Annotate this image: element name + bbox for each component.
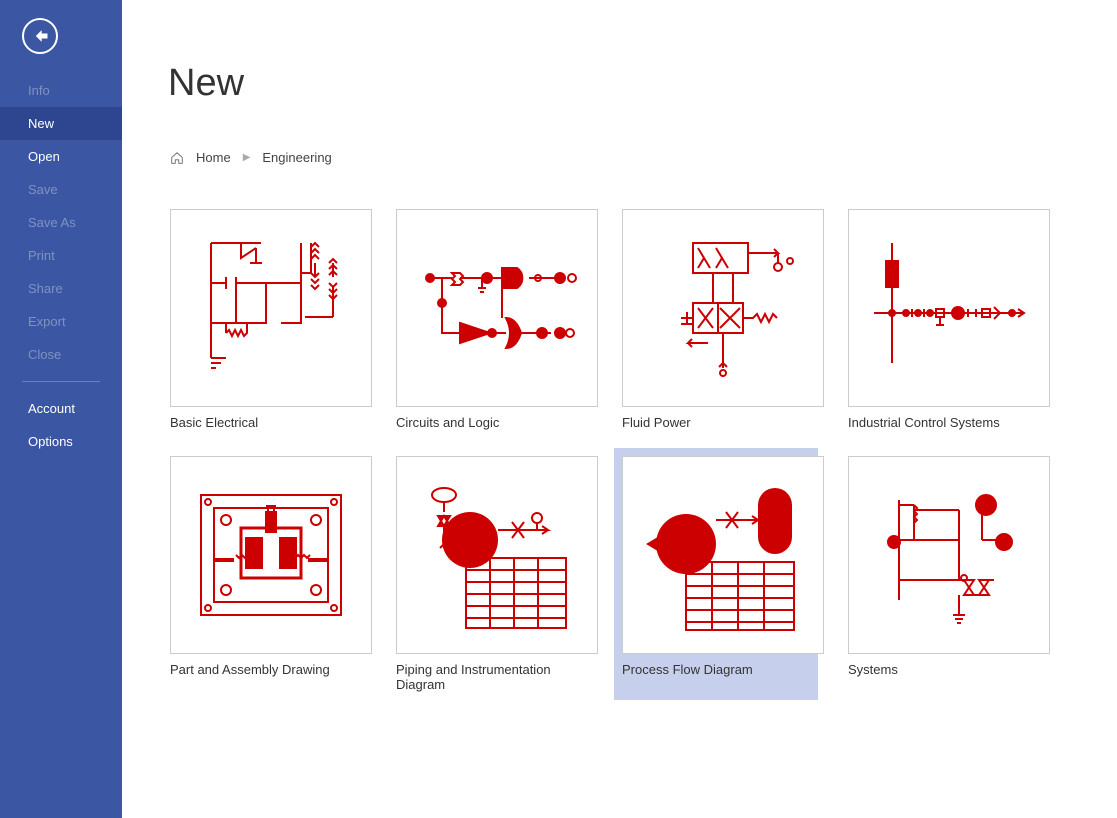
thumbnail	[848, 209, 1050, 407]
thumbnail-icon	[638, 223, 808, 393]
template-label: Systems	[848, 662, 1052, 677]
thumbnail	[848, 456, 1050, 654]
sidebar-item-open[interactable]: Open	[0, 140, 122, 173]
template-label: Industrial Control Systems	[848, 415, 1052, 430]
back-button[interactable]	[22, 18, 58, 54]
thumbnail	[170, 456, 372, 654]
template-circuits-logic[interactable]: Circuits and Logic	[396, 209, 600, 430]
sidebar-item-share: Share	[0, 272, 122, 305]
sidebar-item-close: Close	[0, 338, 122, 371]
breadcrumb-home[interactable]: Home	[196, 150, 231, 165]
template-label: Part and Assembly Drawing	[170, 662, 374, 677]
breadcrumb-current[interactable]: Engineering	[262, 150, 331, 165]
template-grid: Basic Electrical	[170, 209, 1117, 692]
arrow-left-icon	[30, 26, 50, 46]
thumbnail	[396, 209, 598, 407]
template-piping-instrumentation[interactable]: Piping and Instrumentation Diagram	[396, 456, 600, 692]
backstage-sidebar: Info New Open Save Save As Print Share E…	[0, 0, 122, 818]
template-label: Circuits and Logic	[396, 415, 600, 430]
sidebar-item-options[interactable]: Options	[0, 425, 122, 458]
sidebar-item-save: Save	[0, 173, 122, 206]
page-title: New	[168, 62, 1117, 105]
thumbnail-icon	[186, 470, 356, 640]
sidebar-item-account[interactable]: Account	[0, 392, 122, 425]
sidebar-item-print: Print	[0, 239, 122, 272]
template-basic-electrical[interactable]: Basic Electrical	[170, 209, 374, 430]
template-label: Basic Electrical	[170, 415, 374, 430]
template-label: Fluid Power	[622, 415, 826, 430]
template-part-assembly[interactable]: Part and Assembly Drawing	[170, 456, 374, 692]
thumbnail	[622, 456, 824, 654]
sidebar-item-info: Info	[0, 74, 122, 107]
home-icon[interactable]	[170, 151, 184, 165]
thumbnail	[170, 209, 372, 407]
sidebar-item-export: Export	[0, 305, 122, 338]
thumbnail	[622, 209, 824, 407]
template-fluid-power[interactable]: Fluid Power	[622, 209, 826, 430]
main-area: New Home ▶ Engineering Basic Electrical	[122, 0, 1117, 818]
thumbnail-icon	[412, 223, 582, 393]
template-process-flow[interactable]: Process Flow Diagram	[614, 448, 818, 700]
thumbnail-icon	[638, 470, 808, 640]
sidebar-item-saveas: Save As	[0, 206, 122, 239]
breadcrumb: Home ▶ Engineering	[170, 150, 1117, 165]
separator	[22, 381, 100, 382]
template-industrial-control[interactable]: Industrial Control Systems	[848, 209, 1052, 430]
template-systems[interactable]: Systems	[848, 456, 1052, 692]
sidebar-item-new[interactable]: New	[0, 107, 122, 140]
thumbnail-icon	[412, 470, 582, 640]
thumbnail	[396, 456, 598, 654]
backstage-menu: Info New Open Save Save As Print Share E…	[0, 74, 122, 458]
template-label: Process Flow Diagram	[622, 662, 810, 677]
thumbnail-icon	[186, 223, 356, 393]
template-label: Piping and Instrumentation Diagram	[396, 662, 600, 692]
thumbnail-icon	[864, 223, 1034, 393]
thumbnail-icon	[864, 470, 1034, 640]
chevron-right-icon: ▶	[243, 152, 251, 163]
